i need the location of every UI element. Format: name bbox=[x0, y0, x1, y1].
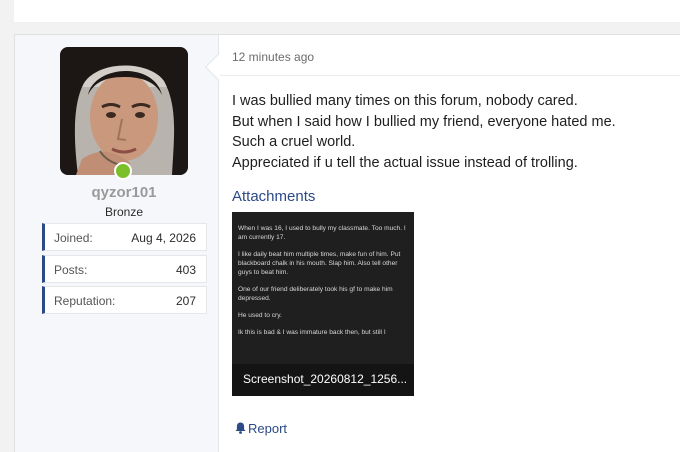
divider bbox=[220, 75, 680, 76]
report-label: Report bbox=[248, 421, 288, 436]
post-timestamp[interactable]: 12 minutes ago bbox=[232, 50, 314, 64]
stat-value: 207 bbox=[175, 294, 196, 308]
message-line: Such a cruel world. bbox=[232, 134, 356, 150]
message-line: I was bullied many times on this forum, … bbox=[232, 93, 578, 109]
bell-icon bbox=[235, 422, 246, 434]
preview-paragraph: Ik this is bad & I was immature back the… bbox=[238, 329, 386, 336]
attachment-caption: Screenshot_20260812_1256... bbox=[232, 364, 414, 396]
stat-joined: Joined: Aug 4, 2026 bbox=[42, 223, 207, 251]
stat-label: Joined: bbox=[54, 231, 93, 245]
report-button[interactable]: Report bbox=[235, 421, 287, 436]
preview-paragraph: He used to cry. bbox=[238, 312, 282, 319]
attachment-thumbnail[interactable]: When I was 16, I used to bully my classm… bbox=[232, 212, 414, 396]
attachment-filename[interactable]: Screenshot_20260812_1256... bbox=[243, 372, 407, 386]
attachment-preview-text: When I was 16, I used to bully my classm… bbox=[238, 224, 410, 345]
online-status-dot bbox=[114, 162, 132, 180]
user-title: Bronze bbox=[104, 205, 144, 219]
stat-value: 403 bbox=[175, 263, 196, 277]
stat-posts: Posts: 403 bbox=[42, 255, 207, 283]
preview-paragraph: One of our friend deliberately took his … bbox=[238, 286, 393, 302]
avatar-image bbox=[60, 47, 188, 175]
stat-reputation: Reputation: 207 bbox=[42, 286, 207, 314]
avatar[interactable] bbox=[60, 47, 188, 175]
message-line: Appreciated if u tell the actual issue i… bbox=[232, 154, 578, 171]
preview-paragraph: When I was 16, I used to bully my classm… bbox=[238, 225, 406, 241]
previous-post-bottom bbox=[14, 0, 680, 22]
username[interactable]: qyzor101 bbox=[30, 184, 218, 201]
post-message: I was bullied many times on this forum, … bbox=[232, 91, 672, 173]
message-line: But when I said how I bullied my friend,… bbox=[232, 113, 616, 130]
preview-paragraph: I like daily beat him multiple times, ma… bbox=[238, 251, 401, 276]
attachments-heading: Attachments bbox=[232, 188, 316, 205]
stat-label: Posts: bbox=[54, 263, 88, 277]
stat-value: Aug 4, 2026 bbox=[131, 231, 196, 245]
stat-label: Reputation: bbox=[54, 294, 116, 308]
